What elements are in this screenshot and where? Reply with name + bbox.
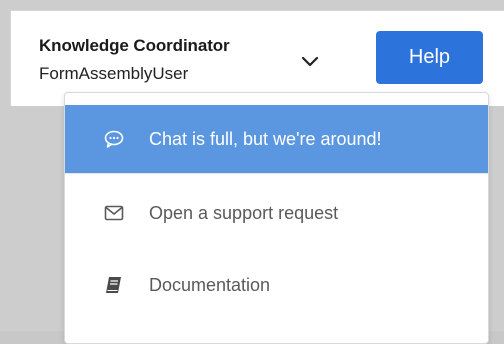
book-icon: [103, 274, 125, 296]
user-role: Knowledge Coordinator: [39, 36, 230, 55]
user-name: FormAssemblyUser: [39, 64, 189, 83]
help-button[interactable]: Help: [376, 31, 483, 84]
chevron-down-icon[interactable]: [299, 54, 321, 70]
menu-item-label: Open a support request: [149, 203, 339, 223]
menu-item-label: Documentation: [149, 275, 271, 295]
menu-item-chat[interactable]: Chat is full, but we're around!: [65, 105, 488, 173]
envelope-icon: [103, 202, 125, 224]
menu-divider: [65, 173, 488, 174]
menu-item-support-request[interactable]: Open a support request: [65, 179, 488, 247]
chat-bubble-icon: [103, 128, 125, 150]
menu-item-documentation[interactable]: Documentation: [65, 251, 488, 319]
help-dropdown-menu: Chat is full, but we're around! Open a s…: [64, 92, 489, 344]
menu-item-label: Chat is full, but we're around!: [149, 129, 382, 149]
user-info[interactable]: Knowledge Coordinator FormAssemblyUser: [39, 35, 230, 85]
